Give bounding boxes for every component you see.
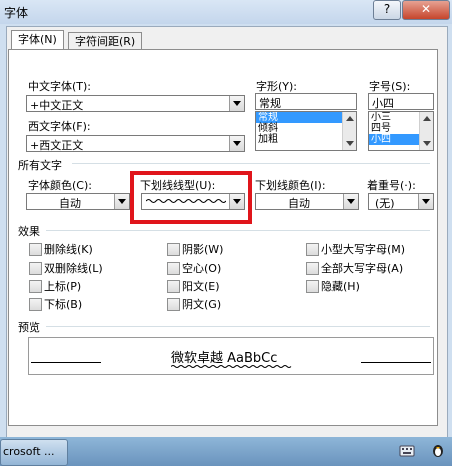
highlight-box: [130, 171, 252, 224]
all-text-group-title: 所有文字: [18, 157, 65, 173]
underline-color-value: 自动: [288, 197, 310, 210]
help-button[interactable]: ?: [373, 0, 401, 20]
list-item[interactable]: 加粗: [256, 134, 356, 145]
style-input[interactable]: 常规: [255, 93, 357, 110]
tab-font[interactable]: 字体(N): [11, 30, 64, 51]
shadow-label: 阴影(W): [182, 243, 224, 256]
preview-baseline: [31, 362, 101, 363]
effects-divider: [46, 230, 430, 231]
western-font-label: 西文字体(F):: [28, 120, 91, 133]
chevron-down-icon[interactable]: [229, 136, 244, 151]
strikethrough-checkbox[interactable]: [29, 243, 42, 256]
double-strikethrough-checkbox[interactable]: [29, 262, 42, 275]
scroll-up-icon[interactable]: [423, 116, 431, 121]
outline-checkbox[interactable]: [167, 262, 180, 275]
all-caps-checkbox[interactable]: [306, 262, 319, 275]
preview-wavy-underline: [171, 365, 292, 368]
chevron-down-icon[interactable]: [418, 194, 433, 209]
emphasis-value: (无): [375, 197, 395, 210]
font-color-combo[interactable]: 自动: [26, 193, 130, 210]
hidden-checkbox[interactable]: [306, 280, 319, 293]
chinese-font-label: 中文字体(T):: [28, 80, 92, 93]
size-list[interactable]: 小三 四号 小四: [368, 111, 434, 151]
engrave-label: 阴文(G): [182, 298, 222, 311]
all-text-divider: [72, 163, 430, 164]
effects-group-title: 效果: [18, 223, 43, 239]
hidden-label: 隐藏(H): [321, 280, 360, 293]
preview-box: 微软卓越 AaBbCc: [28, 337, 434, 375]
size-input[interactable]: 小四: [368, 93, 434, 110]
outline-label: 空心(O): [182, 262, 222, 275]
emboss-checkbox[interactable]: [167, 280, 180, 293]
list-item[interactable]: 倾斜: [256, 123, 356, 134]
scroll-down-icon[interactable]: [346, 141, 354, 146]
close-button[interactable]: ✕: [402, 0, 450, 20]
preview-group-title: 预览: [18, 319, 43, 335]
small-caps-checkbox[interactable]: [306, 243, 319, 256]
all-caps-label: 全部大写字母(A): [321, 262, 404, 275]
strikethrough-label: 删除线(K): [44, 243, 93, 256]
small-caps-label: 小型大写字母(M): [321, 243, 406, 256]
scroll-down-icon[interactable]: [423, 141, 431, 146]
scroll-up-icon[interactable]: [346, 116, 354, 121]
superscript-label: 上标(P): [44, 280, 82, 293]
underline-color-combo[interactable]: 自动: [255, 193, 359, 210]
engrave-checkbox[interactable]: [167, 298, 180, 311]
list-item[interactable]: 常规: [256, 112, 356, 123]
western-font-combo[interactable]: +西文正文: [26, 135, 245, 152]
keyboard-icon[interactable]: [399, 444, 415, 458]
penguin-icon[interactable]: [430, 444, 446, 458]
style-input-value: 常规: [259, 97, 281, 110]
double-strikethrough-label: 双删除线(L): [44, 262, 103, 275]
size-input-value: 小四: [372, 97, 394, 110]
size-label: 字号(S):: [369, 80, 411, 93]
chinese-font-value: +中文正文: [30, 99, 84, 112]
underline-color-label: 下划线颜色(I):: [255, 179, 326, 192]
font-color-value: 自动: [59, 197, 81, 210]
taskbar-item-word[interactable]: crosoft ...: [0, 439, 68, 466]
shadow-checkbox[interactable]: [167, 243, 180, 256]
chevron-down-icon[interactable]: [114, 194, 129, 209]
chevron-down-icon[interactable]: [229, 96, 244, 111]
emphasis-combo[interactable]: (无): [368, 193, 434, 210]
superscript-checkbox[interactable]: [29, 280, 42, 293]
preview-divider: [46, 326, 430, 327]
chinese-font-combo[interactable]: +中文正文: [26, 95, 245, 112]
emboss-label: 阳文(E): [182, 280, 220, 293]
font-color-label: 字体颜色(C):: [28, 179, 92, 192]
style-list[interactable]: 常规 倾斜 加粗: [255, 111, 357, 151]
subscript-label: 下标(B): [44, 298, 83, 311]
window-title: 字体: [4, 6, 29, 20]
emphasis-label: 着重号(·):: [367, 179, 416, 192]
preview-baseline: [361, 362, 431, 363]
style-label: 字形(Y):: [256, 80, 298, 93]
size-scrollbar[interactable]: [419, 112, 433, 150]
chevron-down-icon[interactable]: [343, 194, 358, 209]
western-font-value: +西文正文: [30, 139, 84, 152]
subscript-checkbox[interactable]: [29, 298, 42, 311]
style-scrollbar[interactable]: [342, 112, 356, 150]
